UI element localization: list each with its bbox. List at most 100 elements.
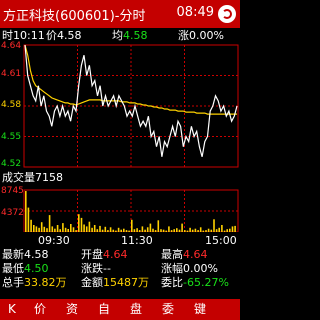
y-tick-label: 4.55 xyxy=(1,132,22,142)
x-tick-label: 11:30 xyxy=(121,234,153,247)
volume-bar xyxy=(128,230,130,232)
x-tick-label: 09:30 xyxy=(38,234,70,247)
price-label: 价 xyxy=(46,29,57,42)
volume-bar xyxy=(85,226,88,232)
volume-bar xyxy=(75,230,77,232)
y-tick-label: 4.61 xyxy=(1,69,22,79)
volume-bar xyxy=(162,229,165,232)
volume-bar xyxy=(125,230,128,232)
volume-bar xyxy=(199,227,202,232)
avg-price-line xyxy=(24,44,237,115)
bottom-toolbar: K 价 资 自 盘 委 键 xyxy=(0,299,240,320)
toolbar-price-button[interactable]: 价 xyxy=(34,301,46,317)
stat-value: 4.58 xyxy=(24,248,49,261)
info-change: 涨0.00% xyxy=(178,29,224,43)
volume-bar xyxy=(25,191,27,232)
stat-weibi: 委比-65.27% xyxy=(161,276,229,290)
volume-bar xyxy=(229,228,231,232)
volume-bar xyxy=(146,227,149,232)
volume-bar xyxy=(88,221,91,232)
volume-bar xyxy=(120,229,122,232)
volume-bar xyxy=(160,229,162,232)
stat-zongshou: 总手33.82万 xyxy=(2,276,67,290)
info-price: 价4.58 xyxy=(46,29,82,43)
stat-label: 最新 xyxy=(2,248,24,261)
volume-bar xyxy=(78,214,80,232)
toolbar-capital-button[interactable]: 资 xyxy=(66,301,78,317)
volume-bar xyxy=(67,229,69,232)
y-tick-label: 4.58 xyxy=(1,100,22,110)
volume-bar xyxy=(231,226,234,232)
toolbar-board-button[interactable]: 盘 xyxy=(130,301,142,317)
volume-bar xyxy=(38,227,40,232)
volume-bar xyxy=(30,219,32,232)
toolbar-kline-button[interactable]: K xyxy=(8,301,16,317)
volume-bar xyxy=(176,228,178,232)
volume-bar xyxy=(56,225,59,232)
stat-value: -65.27% xyxy=(183,276,229,289)
change-label: 涨 xyxy=(178,29,189,42)
volume-y-tick-label: 8745 xyxy=(1,186,24,196)
volume-bar xyxy=(46,228,48,232)
volume-bar xyxy=(157,220,160,232)
volume-bar xyxy=(80,217,83,232)
info-avg: 均4.58 xyxy=(112,29,148,43)
volume-bar xyxy=(152,228,154,232)
y-tick-label: 4.64 xyxy=(1,41,22,51)
volume-bar xyxy=(136,228,138,232)
stat-value: 4.64 xyxy=(103,248,128,261)
y-tick-label: 4.52 xyxy=(1,159,22,169)
volume-label: 成交量 xyxy=(2,171,35,184)
volume-bar xyxy=(168,226,170,232)
volume-bar xyxy=(184,230,186,232)
stat-label: 最低 xyxy=(2,262,24,275)
stat-jine: 金额15487万 xyxy=(81,276,149,290)
volume-bar xyxy=(154,230,157,232)
volume-bar xyxy=(101,229,104,232)
volume-bar xyxy=(223,230,226,232)
volume-bar xyxy=(191,229,194,232)
price-value: 4.58 xyxy=(57,29,82,42)
volume-bar xyxy=(189,227,191,232)
volume-bar xyxy=(178,229,181,232)
volume-bar xyxy=(91,227,93,232)
stat-zuidi: 最低4.50 xyxy=(2,262,49,276)
stat-value: 33.82万 xyxy=(24,276,67,289)
volume-bar xyxy=(197,230,199,232)
volume-bar xyxy=(165,230,167,232)
volume-bar xyxy=(40,222,43,232)
stat-zuigao: 最高4.64 xyxy=(161,248,208,262)
volume-bar xyxy=(226,229,228,232)
volume-bar xyxy=(109,227,112,232)
app-logo-icon[interactable] xyxy=(218,5,236,23)
volume-bar xyxy=(234,225,236,232)
volume-bar xyxy=(218,227,220,232)
volume-bar xyxy=(62,223,64,232)
toolbar-order-button[interactable]: 委 xyxy=(162,301,174,317)
volume-bar xyxy=(35,226,38,232)
stat-zhangfu: 涨幅0.00% xyxy=(161,262,218,276)
volume-bar xyxy=(131,219,133,232)
volume-bar xyxy=(215,229,218,232)
volume-bar xyxy=(99,225,101,232)
volume-bar xyxy=(43,226,46,232)
volume-bar xyxy=(70,224,72,232)
volume-bar xyxy=(115,230,117,232)
volume-bar xyxy=(112,229,115,232)
volume-bar xyxy=(33,225,35,232)
stat-value: 4.64 xyxy=(183,248,208,261)
stat-label: 委比 xyxy=(161,276,183,289)
stat-label: 最高 xyxy=(161,248,183,261)
volume-bar xyxy=(54,228,56,232)
toolbar-self-button[interactable]: 自 xyxy=(98,301,110,317)
volume-bar xyxy=(149,223,152,232)
volume-bar xyxy=(117,227,120,232)
stat-kaipan: 开盘4.64 xyxy=(81,248,128,262)
intraday-chart[interactable] xyxy=(0,42,240,232)
title-bar: 方正科技(600601)-分时 08:49 xyxy=(0,0,240,28)
stat-label: 金额 xyxy=(81,276,103,289)
volume-bar xyxy=(144,229,146,232)
volume-bar xyxy=(205,230,207,232)
stat-label: 总手 xyxy=(2,276,24,289)
toolbar-key-button[interactable]: 键 xyxy=(194,301,206,317)
